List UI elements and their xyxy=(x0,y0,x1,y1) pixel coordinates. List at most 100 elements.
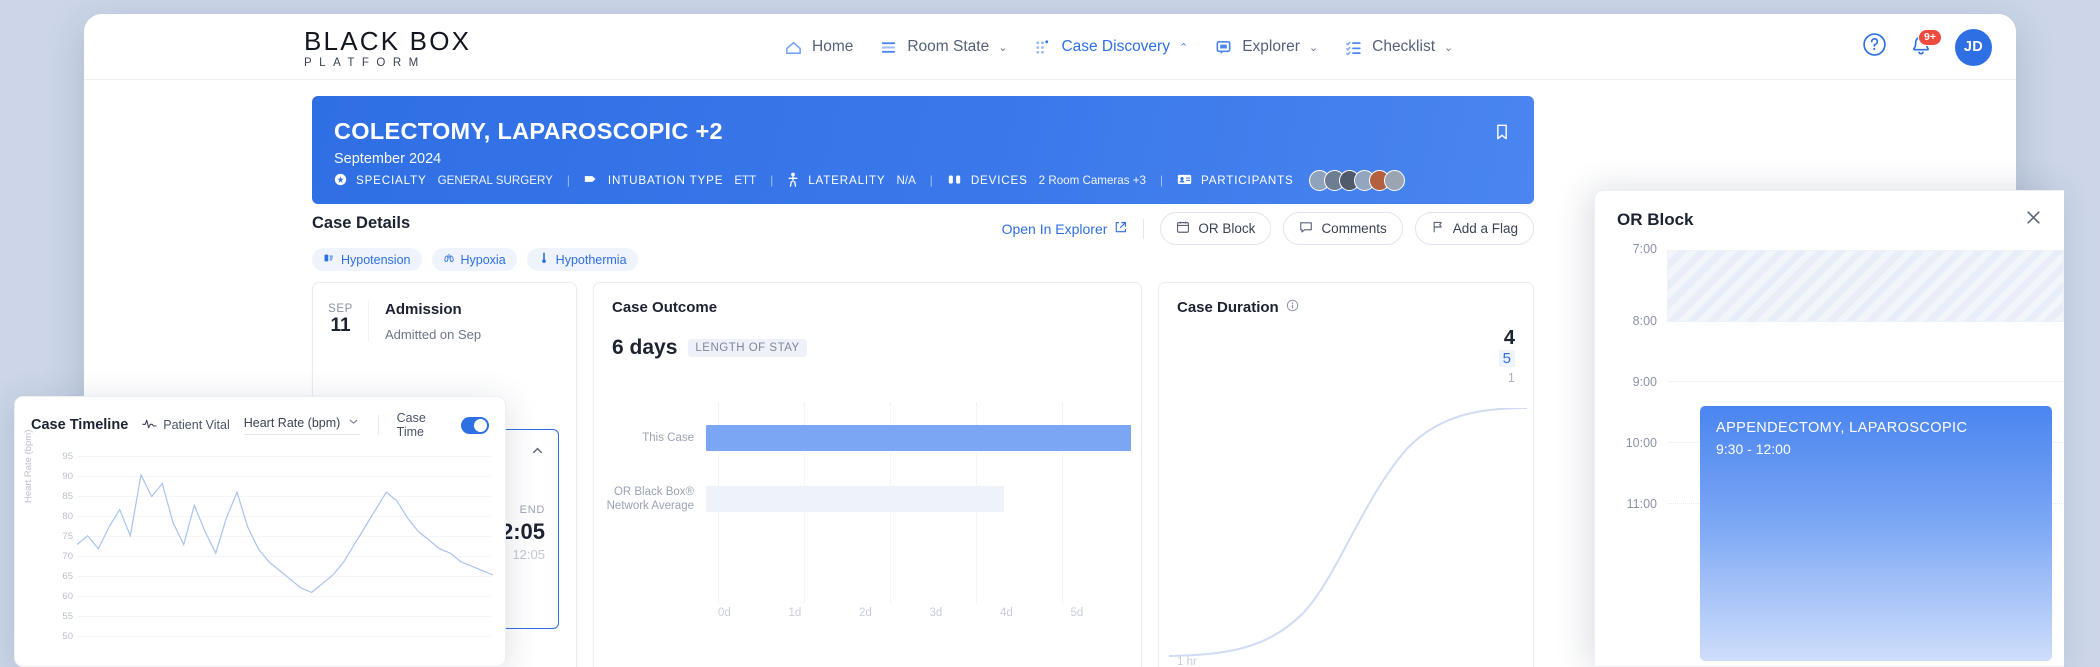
nav-label-explorer: Explorer xyxy=(1242,38,1300,55)
or-block-event[interactable]: APPENDECTOMY, LAPAROSCOPIC 9:30 - 12:00 xyxy=(1700,406,2052,661)
or-gridline xyxy=(1667,381,2064,382)
nav-item-checklist[interactable]: Checklist ⌄ xyxy=(1344,38,1453,57)
case-details-header: Case Details Open In Explorer OR Block C… xyxy=(312,212,1534,248)
divider xyxy=(377,415,379,435)
meta-value-intubation-type: ETT xyxy=(734,174,757,187)
help-circle-icon[interactable] xyxy=(1862,32,1887,62)
chevron-down-icon: ⌄ xyxy=(998,41,1008,54)
avatar xyxy=(1383,170,1405,191)
open-in-explorer-link[interactable]: Open In Explorer xyxy=(1002,221,1128,237)
case-meta-row: SPECIALTY GENERAL SURGERY | INTUBATION T… xyxy=(334,170,1405,191)
logo-secondary-text: PLATFORM xyxy=(304,57,426,70)
length-of-stay-stat: 6 days LENGTH OF STAY xyxy=(594,316,1141,360)
thermometer-icon xyxy=(538,252,550,267)
y-tick: 65 xyxy=(62,571,73,582)
case-time-label: Case Time xyxy=(396,411,426,439)
case-timeline-panel: Case Timeline Patient Vital Heart Rate (… xyxy=(14,396,506,667)
duration-stat-primary: 4 xyxy=(1503,327,1515,349)
y-axis-label: Heart Rate (bpm) xyxy=(23,429,34,503)
app-logo[interactable]: BLACK BOX PLATFORM xyxy=(304,26,504,70)
case-outcome-card: Case Outcome 6 days LENGTH OF STAY This … xyxy=(593,282,1142,667)
x-tick: 1d xyxy=(788,607,802,619)
admission-title: Admission xyxy=(385,301,462,318)
comments-button-label: Comments xyxy=(1321,221,1387,236)
chevron-up-icon[interactable] xyxy=(530,443,545,461)
logo-primary-text: BLACK BOX xyxy=(304,26,472,56)
nav-item-explorer[interactable]: Explorer ⌄ xyxy=(1214,38,1318,57)
or-block-panel: OR Block 7:00 8:00 9:00 10:00 11:00 APPE… xyxy=(1594,190,2064,667)
admission-main: Admission Admitted on Sep xyxy=(369,301,576,342)
case-discovery-icon xyxy=(1033,38,1052,57)
nav-label-case-discovery: Case Discovery xyxy=(1061,38,1170,55)
close-icon[interactable] xyxy=(2025,209,2042,230)
patient-vital-group: Patient Vital xyxy=(142,418,230,432)
x-tick: 0d xyxy=(718,607,731,619)
pulse-icon xyxy=(142,418,157,432)
meta-key-specialty: SPECIALTY xyxy=(356,174,427,187)
user-avatar[interactable]: JD xyxy=(1955,28,1992,66)
meta-divider: | xyxy=(770,174,774,187)
meta-key-intubation-type: INTUBATION TYPE xyxy=(607,174,724,187)
participants-icon xyxy=(1177,173,1192,188)
or-event-title: APPENDECTOMY, LAPAROSCOPIC xyxy=(1716,420,1968,436)
case-timeline-title: Case Timeline xyxy=(31,417,129,433)
vital-select[interactable]: Heart Rate (bpm) xyxy=(243,415,360,435)
notifications-button[interactable]: 9+ xyxy=(1909,29,1942,60)
tag-hypotension[interactable]: Hypotension xyxy=(312,248,422,271)
add-a-flag-button-label: Add a Flag xyxy=(1452,221,1518,236)
tag-hypoxia[interactable]: Hypoxia xyxy=(431,248,517,271)
bookmark-icon[interactable] xyxy=(1492,122,1512,147)
calendar-icon xyxy=(1176,220,1190,237)
admission-day: 11 xyxy=(330,315,351,336)
laterality-icon xyxy=(787,172,799,190)
chevron-down-icon: ⌄ xyxy=(1444,41,1454,54)
participant-avatars[interactable] xyxy=(1308,170,1405,191)
admission-month: SEP xyxy=(328,303,353,315)
or-time-label: 9:00 xyxy=(1632,375,1657,389)
y-tick: 85 xyxy=(62,491,73,502)
info-icon[interactable] xyxy=(1286,299,1299,316)
case-duration-header: Case Duration xyxy=(1159,283,1533,316)
admission-body: SEP 11 Admission Admitted on Sep xyxy=(313,283,576,342)
or-time-label: 11:00 xyxy=(1626,497,1657,511)
duration-stat-secondary: 5 xyxy=(1498,350,1515,367)
case-outcome-title: Case Outcome xyxy=(612,299,718,316)
nav-items: Home Room State ⌄ Case Discovery ⌃ Explo… xyxy=(784,14,1453,80)
bar-label: OR Black Box® Network Average xyxy=(606,486,694,513)
case-duration-card: Case Duration 4 5 1 1 hr xyxy=(1158,282,1534,667)
y-tick: 55 xyxy=(62,611,73,622)
tag-hypothermia[interactable]: Hypothermia xyxy=(526,248,638,271)
or-block-title: OR Block xyxy=(1617,209,1694,229)
chevron-down-icon xyxy=(347,415,360,431)
duration-stat-tertiary: 1 xyxy=(1507,370,1515,385)
meta-key-participants: PARTICIPANTS xyxy=(1200,174,1294,187)
bar-label: This Case xyxy=(642,431,694,444)
lungs-icon xyxy=(443,252,455,267)
vital-select-value: Heart Rate (bpm) xyxy=(243,416,341,430)
meta-divider: | xyxy=(1159,174,1163,187)
case-time-toggle[interactable] xyxy=(461,416,489,434)
tag-label: Hypotension xyxy=(341,252,411,267)
nav-item-case-discovery[interactable]: Case Discovery ⌃ xyxy=(1033,38,1188,57)
or-event-time: 9:30 - 12:00 xyxy=(1716,441,1791,457)
tag-label: Hypothermia xyxy=(555,252,627,267)
bar-row-this-case: This Case xyxy=(594,425,1141,451)
notification-badge: 9+ xyxy=(1918,29,1942,46)
flag-icon xyxy=(1431,220,1445,237)
or-block-header: OR Block xyxy=(1595,191,2064,240)
nav-label-home: Home xyxy=(812,38,854,55)
case-outcome-header: Case Outcome xyxy=(594,283,1141,316)
case-time-toggle-group: Case Time xyxy=(397,411,489,439)
open-in-explorer-label: Open In Explorer xyxy=(1001,220,1108,237)
x-tick: 2d xyxy=(859,607,872,619)
room-state-icon xyxy=(879,38,898,57)
x-tick: 4d xyxy=(1000,607,1013,619)
nav-item-room-state[interactable]: Room State ⌄ xyxy=(879,38,1007,57)
add-a-flag-button[interactable]: Add a Flag xyxy=(1414,212,1534,245)
nav-item-home[interactable]: Home xyxy=(784,38,853,57)
or-block-schedule-grid: 7:00 8:00 9:00 10:00 11:00 APPENDECTOMY,… xyxy=(1595,240,2064,661)
comments-button[interactable]: Comments xyxy=(1283,212,1403,245)
admission-date-chip: SEP 11 xyxy=(313,301,369,342)
or-time-label: 7:00 xyxy=(1632,242,1657,256)
or-block-button[interactable]: OR Block xyxy=(1160,212,1272,245)
